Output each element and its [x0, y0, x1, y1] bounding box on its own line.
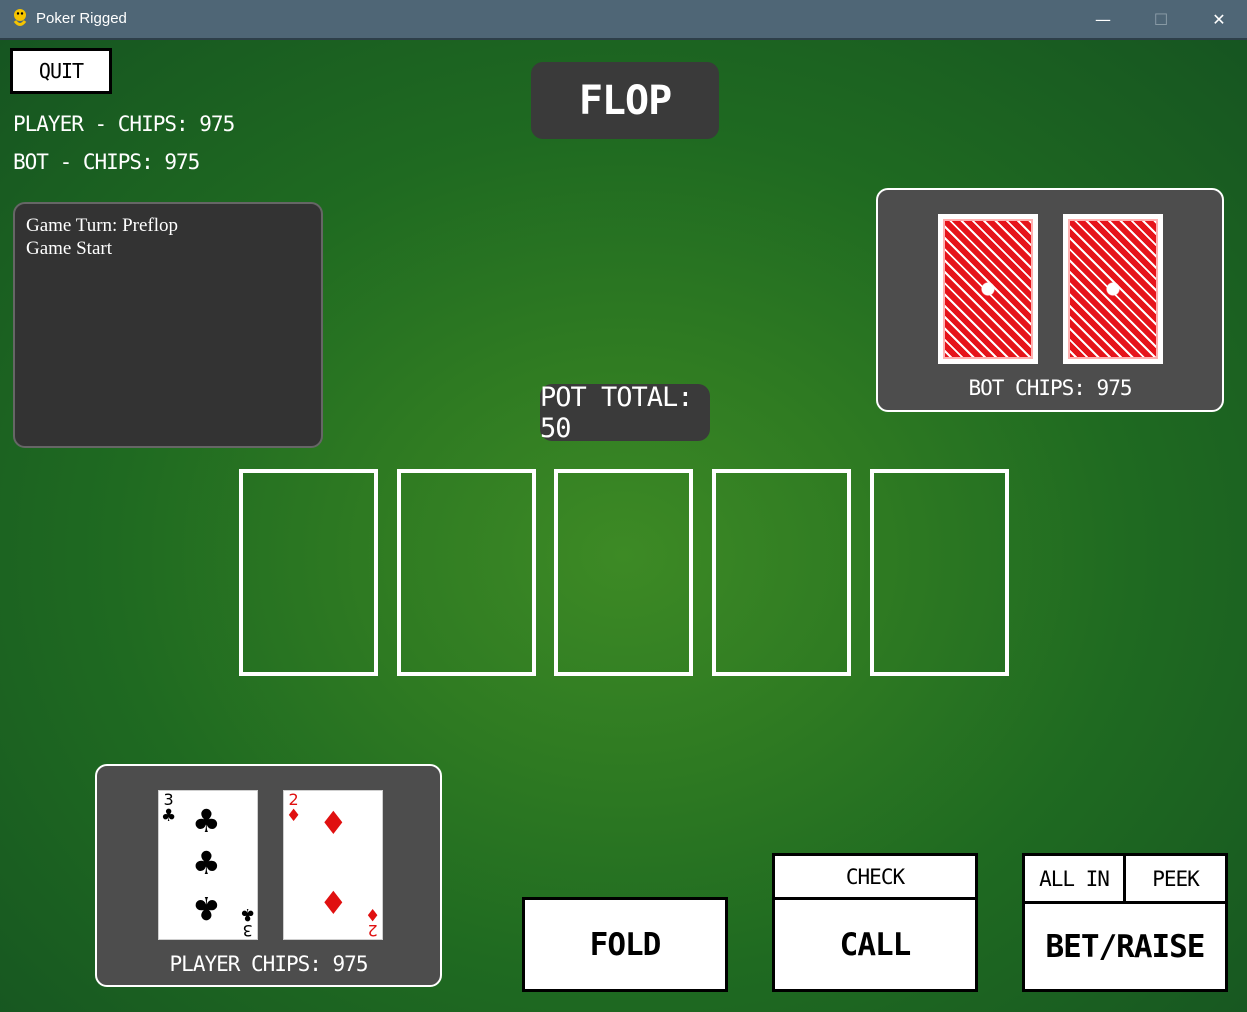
club-icon: ♣	[192, 844, 221, 882]
community-card-slot	[397, 469, 536, 676]
all-in-button[interactable]: ALL IN	[1022, 853, 1126, 904]
community-card-slot	[554, 469, 693, 676]
close-icon: ✕	[1212, 9, 1226, 29]
card-corner: 3 ♣	[239, 904, 255, 940]
log-line: Game Turn: Preflop	[26, 215, 178, 236]
community-card-slot	[870, 469, 1009, 676]
close-button[interactable]: ✕	[1190, 0, 1247, 38]
minimize-icon: —	[1095, 9, 1111, 29]
quit-button[interactable]: QUIT	[10, 48, 112, 94]
player-card[interactable]: 2 ♦ ♦ ♦ 2 ♦	[283, 790, 383, 940]
card-back-pattern	[1068, 219, 1158, 359]
club-icon: ♣	[192, 889, 221, 927]
diamond-icon: ♦	[286, 806, 302, 826]
card-corner: 2 ♦	[286, 792, 302, 826]
game-phase-label: FLOP	[531, 62, 719, 139]
poker-table: QUIT PLAYER - CHIPS: 975 BOT - CHIPS: 97…	[0, 40, 1247, 1012]
card-rank: 3	[242, 921, 253, 940]
card-back-pattern	[943, 219, 1033, 359]
bot-chips-label: BOT CHIPS: 975	[968, 376, 1132, 400]
club-icon: ♣	[161, 806, 177, 826]
maximize-button[interactable]: ☐	[1132, 0, 1190, 38]
minimize-button[interactable]: —	[1074, 0, 1132, 38]
bet-raise-button[interactable]: BET/RAISE	[1022, 901, 1228, 992]
log-line: Game Start	[26, 238, 113, 259]
bot-hand-panel: BOT CHIPS: 975	[876, 188, 1224, 412]
window-title: Poker Rigged	[36, 10, 127, 27]
player-chips-summary: PLAYER - CHIPS: 975	[13, 112, 235, 136]
bot-card-back	[1063, 214, 1163, 364]
bot-chips-summary: BOT - CHIPS: 975	[13, 150, 200, 174]
community-card-slot	[712, 469, 851, 676]
card-corner: 2 ♦	[364, 904, 380, 940]
player-hand-panel: 3 ♣ ♣ ♣ ♣ 3 ♣ 2 ♦ ♦ ♦ 2 ♦ PLAYER CHIPS: …	[95, 764, 442, 987]
window-title-bar: Poker Rigged — ☐ ✕	[0, 0, 1247, 40]
club-icon: ♣	[192, 802, 221, 840]
club-icon: ♣	[239, 904, 255, 924]
peek-button[interactable]: PEEK	[1123, 853, 1228, 904]
fold-button[interactable]: FOLD	[522, 897, 728, 992]
player-chips-label: PLAYER CHIPS: 975	[169, 952, 369, 976]
bot-card-back	[938, 214, 1038, 364]
player-card[interactable]: 3 ♣ ♣ ♣ ♣ 3 ♣	[158, 790, 258, 940]
python-snake-icon	[13, 9, 27, 26]
check-button[interactable]: CHECK	[772, 853, 978, 900]
card-rank: 2	[367, 921, 378, 940]
card-corner: 3 ♣	[161, 792, 177, 826]
call-button[interactable]: CALL	[772, 897, 978, 992]
diamond-icon: ♦	[319, 804, 348, 842]
diamond-icon: ♦	[319, 884, 348, 922]
diamond-icon: ♦	[364, 904, 380, 924]
pot-total: POT TOTAL: 50	[540, 382, 710, 444]
community-card-slot	[239, 469, 378, 676]
game-log: Game Turn: Preflop Game Start	[13, 202, 323, 448]
maximize-icon: ☐	[1153, 9, 1169, 29]
